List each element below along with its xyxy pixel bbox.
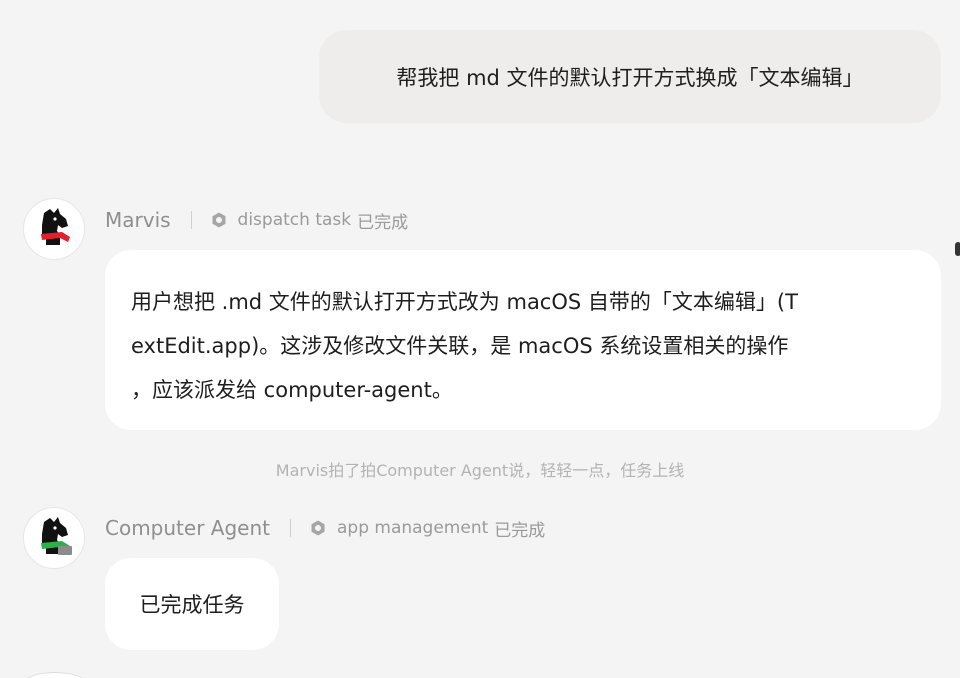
hexagon-nut-icon — [309, 519, 327, 537]
marvis-task-status: 已完成 — [357, 212, 409, 233]
user-message-bubble: 帮我把 md 文件的默认打开方式换成「文本编辑」 — [319, 30, 941, 123]
computer-agent-avatar[interactable] — [23, 507, 85, 569]
system-note: Marvis拍了拍Computer Agent说，轻轻一点，任务上线 — [275, 461, 685, 480]
marvis-message-line: ，应该派发给 computer-agent。 — [131, 378, 453, 402]
user-message-text: 帮我把 md 文件的默认打开方式换成「文本编辑」 — [396, 65, 864, 90]
computer-agent-task-label: app management — [336, 518, 489, 538]
scroll-edge-indicator — [955, 242, 960, 256]
marvis-horse-icon — [41, 208, 70, 245]
header-divider — [190, 211, 192, 229]
computer-agent-message-text: 已完成任务 — [139, 593, 245, 617]
header-divider — [289, 519, 291, 537]
next-avatar-edge — [24, 672, 86, 678]
computer-agent-name: Computer Agent — [105, 516, 270, 540]
hexagon-nut-icon — [210, 211, 228, 229]
chat-page: 帮我把 md 文件的默认打开方式换成「文本编辑」 Marvis dispatch… — [0, 0, 960, 678]
marvis-message-line: extEdit.app)。这涉及修改文件关联，是 macOS 系统设置相关的操作 — [131, 334, 789, 358]
marvis-name: Marvis — [105, 208, 171, 232]
computer-agent-header: Computer Agent app management 已完成 — [105, 515, 545, 541]
computer-agent-task-status: 已完成 — [494, 520, 546, 541]
marvis-header: Marvis dispatch task 已完成 — [105, 207, 408, 233]
computer-agent-message-bubble: 已完成任务 — [105, 558, 279, 650]
marvis-task-label: dispatch task — [237, 210, 352, 230]
marvis-message-bubble: 用户想把 .md 文件的默认打开方式改为 macOS 自带的「文本编辑」(T e… — [105, 250, 941, 430]
marvis-avatar[interactable] — [23, 198, 85, 260]
computer-agent-horse-icon — [41, 517, 72, 555]
marvis-message-line: 用户想把 .md 文件的默认打开方式改为 macOS 自带的「文本编辑」(T — [131, 290, 798, 314]
